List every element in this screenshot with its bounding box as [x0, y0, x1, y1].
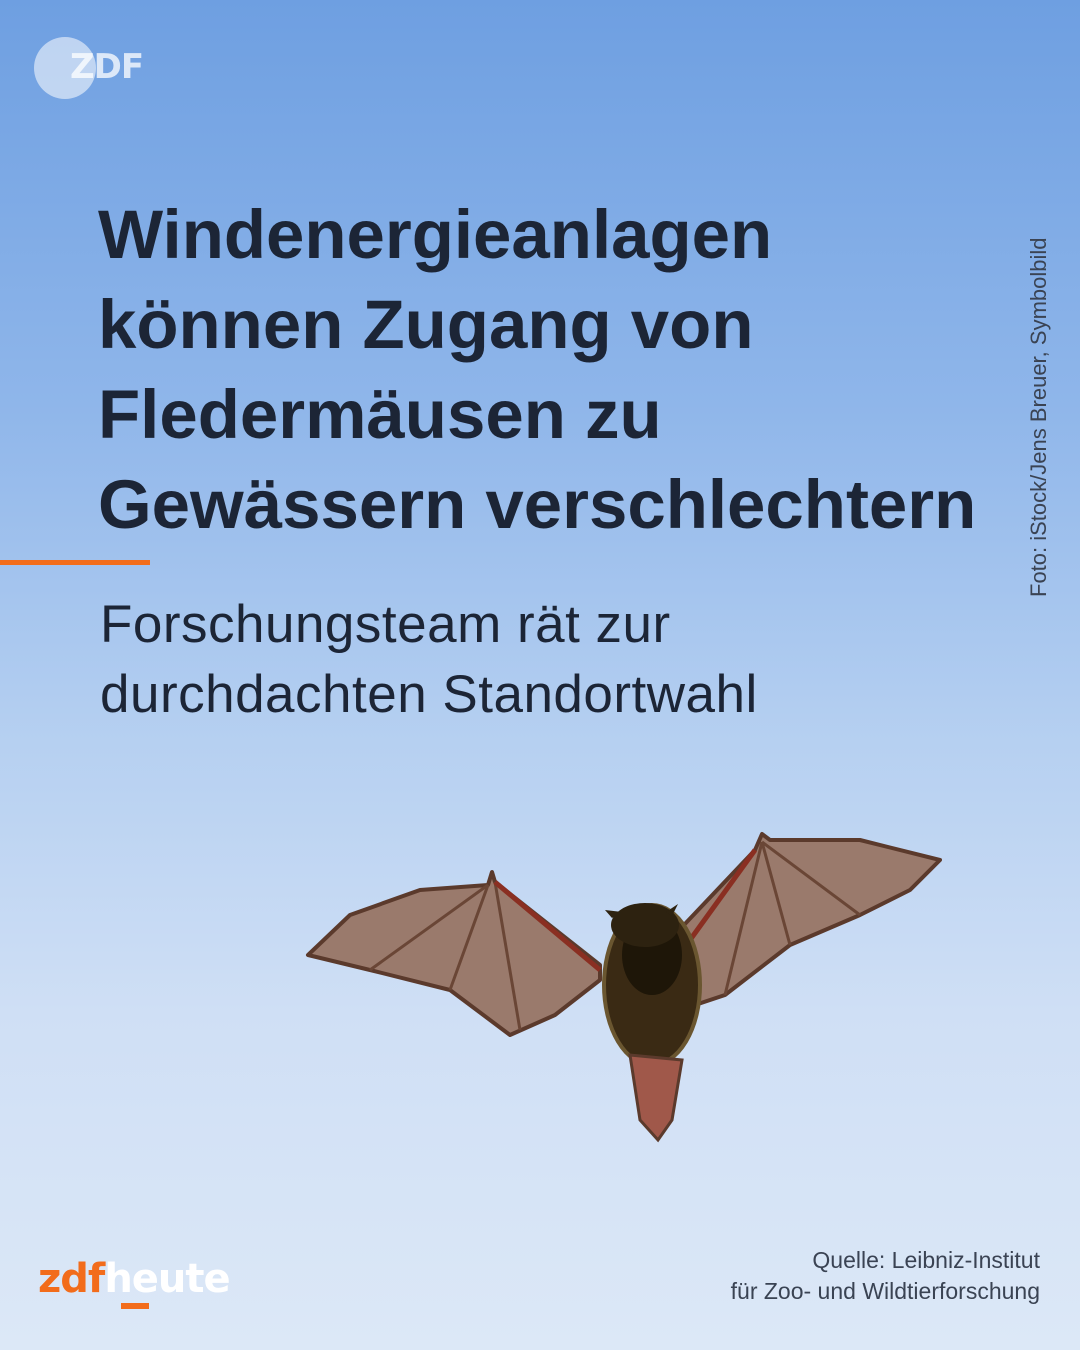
- photo-credit: Foto: iStock/Jens Breuer, Symbolbild: [1026, 154, 1051, 598]
- subline: Forschungsteam rät zur durchdachten Stan…: [100, 590, 960, 730]
- brand-zdf: zdf: [38, 1256, 105, 1302]
- subline-line: Forschungsteam rät zur: [100, 595, 671, 654]
- post-card: ZDF Windenergieanlagen können Zugang von…: [0, 0, 1080, 1350]
- zdfheute-logo: zdfheute: [38, 1256, 231, 1316]
- headline-line: Windenergieanlagen: [98, 196, 773, 273]
- bat-illustration: [306, 832, 942, 1143]
- source-line: Quelle: Leibniz-Institut: [812, 1247, 1040, 1273]
- headline-line: Fledermäusen zu: [98, 376, 662, 453]
- brand-heute: heute: [104, 1256, 230, 1302]
- brand-underline: [121, 1303, 149, 1309]
- source-line: für Zoo- und Wildtierforschung: [730, 1278, 1040, 1304]
- photo-credit-text: Foto: iStock/Jens Breuer, Symbolbild: [1026, 237, 1051, 598]
- bat-tail: [628, 1053, 684, 1143]
- subline-line: durchdachten Standortwahl: [100, 665, 758, 724]
- bat-head: [611, 903, 679, 947]
- headline: Windenergieanlagen können Zugang von Fle…: [98, 190, 1008, 550]
- logo-text: ZDF: [70, 47, 144, 87]
- headline-line: können Zugang von: [98, 286, 754, 363]
- bat-left-wing: [306, 870, 602, 1037]
- source-credit: Quelle: Leibniz-Institut für Zoo- und Wi…: [620, 1245, 1040, 1307]
- headline-line: Gewässern verschlechtern: [98, 466, 977, 543]
- zdf-logo-icon: ZDF: [34, 37, 154, 99]
- accent-divider: [0, 560, 150, 565]
